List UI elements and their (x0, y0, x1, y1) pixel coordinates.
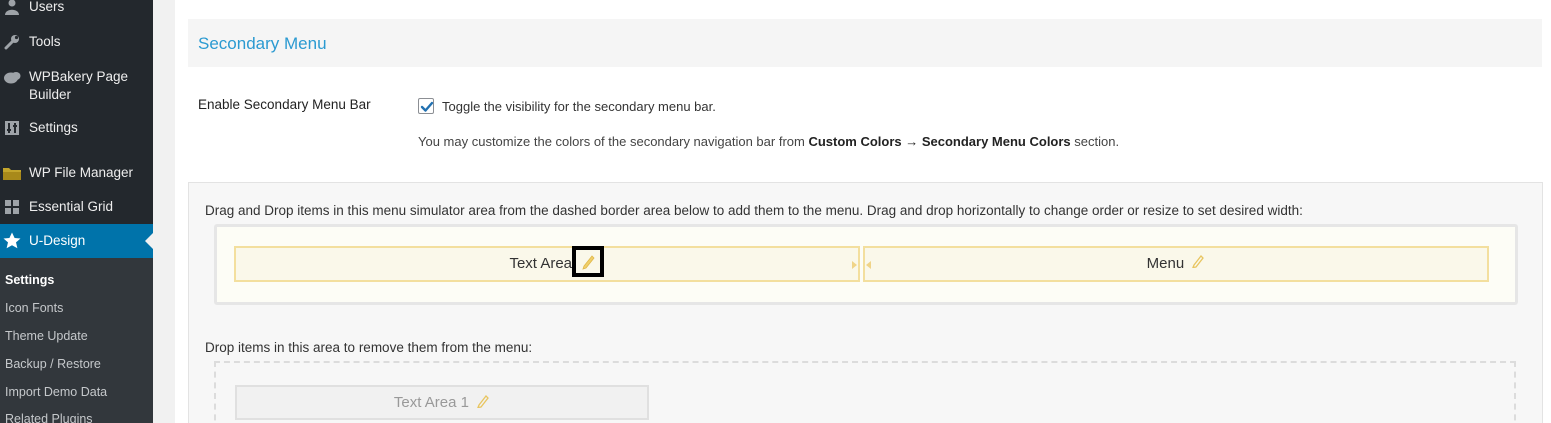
pencil-icon (582, 255, 595, 270)
settings-icon (3, 120, 21, 136)
sidebar-item-wpbakery[interactable]: WPBakery Page Builder (0, 68, 153, 104)
sidebar-item-label: Settings (29, 120, 78, 135)
folder-icon (2, 165, 22, 181)
resize-handle-right-icon[interactable] (852, 261, 857, 269)
submenu-item-icon-fonts[interactable]: Icon Fonts (5, 300, 63, 316)
remove-area-instructions: Drop items in this area to remove them f… (205, 340, 533, 355)
star-icon (3, 232, 21, 248)
sidebar-item-label: U-Design (29, 233, 86, 248)
submenu-item-theme-update[interactable]: Theme Update (5, 328, 88, 344)
sidebar-item-label: Tools (29, 34, 61, 49)
description-text: You may customize the colors of the seco… (418, 134, 809, 149)
pencil-icon[interactable] (477, 388, 490, 419)
wrench-icon (3, 34, 21, 50)
sidebar-item-label: Essential Grid (29, 199, 114, 214)
section-header: Secondary Menu (188, 19, 1542, 67)
sidebar-item-label: Users (29, 0, 65, 14)
sidebar-item-label: WPBakery Page Builder (29, 69, 129, 102)
menu-item-text-area-1[interactable]: Text Area 1 (235, 385, 649, 420)
sidebar-submenu: Settings Icon Fonts Theme Update Backup … (0, 258, 153, 423)
sidebar-item-tools[interactable]: Tools (0, 33, 153, 51)
pencil-icon[interactable] (1192, 248, 1205, 280)
menu-simulator-area[interactable]: Text Area 2 Menu (214, 224, 1518, 305)
submenu-item-import-demo-data[interactable]: Import Demo Data (5, 384, 107, 400)
enable-secondary-menu-checkbox[interactable] (418, 98, 434, 114)
submenu-item-backup-restore[interactable]: Backup / Restore (5, 356, 101, 372)
field-label-enable-secondary-menu: Enable Secondary Menu Bar (198, 97, 371, 112)
simulator-instructions: Drag and Drop items in this menu simulat… (205, 203, 1303, 218)
sidebar-item-users[interactable]: Users (0, 0, 153, 17)
field-description: You may customize the colors of the seco… (418, 134, 1119, 149)
edit-pencil-button-highlighted[interactable] (572, 246, 604, 277)
menu-item-label: Text Area 1 (393, 394, 469, 411)
menu-item-label: Menu (1146, 255, 1185, 272)
submenu-item-related-plugins[interactable]: Related Plugins (5, 411, 93, 423)
sidebar-item-essential-grid[interactable]: Essential Grid (0, 198, 153, 216)
sidebar-item-label: WP File Manager (29, 165, 134, 180)
submenu-item-settings[interactable]: Settings (5, 272, 54, 288)
admin-sidebar: Users Tools WPBakery Page Builder Settin… (0, 0, 153, 423)
menu-simulator-panel: Drag and Drop items in this menu simulat… (188, 182, 1543, 423)
sidebar-item-settings[interactable]: Settings (0, 119, 153, 137)
remove-drop-area[interactable]: Text Area 1 (214, 361, 1516, 423)
sidebar-item-wp-file-manager[interactable]: WP File Manager (0, 164, 153, 182)
wpbakery-icon (3, 70, 21, 86)
checkmark-icon (420, 101, 434, 112)
sidebar-item-u-design[interactable]: U-Design (0, 224, 153, 258)
description-link-text: Custom Colors → Secondary Menu Colors (808, 134, 1071, 149)
checkbox-label: Toggle the visibility for the secondary … (442, 99, 716, 114)
section-title: Secondary Menu (198, 34, 327, 53)
users-icon (3, 0, 21, 15)
resize-handle-left-icon[interactable] (866, 261, 871, 269)
menu-item-text-area-2[interactable]: Text Area 2 (234, 246, 860, 282)
description-suffix: section. (1070, 134, 1120, 149)
main-content: Secondary Menu Enable Secondary Menu Bar… (175, 0, 1551, 423)
menu-item-menu[interactable]: Menu (863, 246, 1489, 282)
grid-icon (3, 199, 21, 215)
